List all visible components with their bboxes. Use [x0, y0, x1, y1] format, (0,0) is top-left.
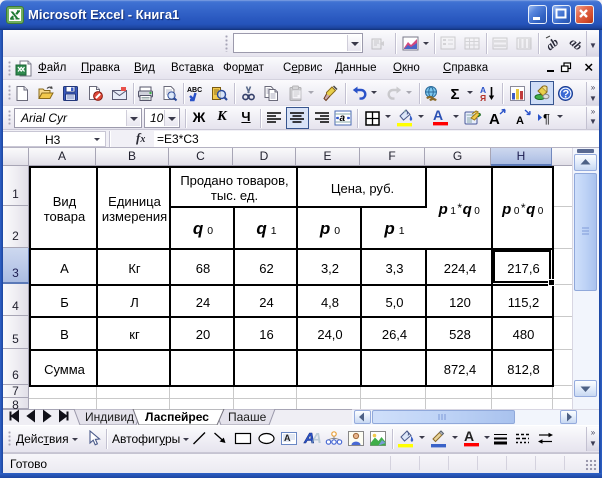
svg-text:ab: ab — [568, 35, 585, 52]
svg-text:A: A — [433, 107, 443, 123]
svg-text:Пааше: Пааше — [228, 410, 267, 424]
svg-text:Ласпейрес: Ласпейрес — [145, 410, 209, 424]
svg-text:A: A — [310, 430, 321, 447]
svg-text:Я: Я — [480, 93, 486, 102]
svg-text:A: A — [284, 433, 291, 443]
svg-text:?: ? — [563, 89, 570, 101]
svg-text:A: A — [464, 428, 474, 444]
svg-text:¶: ¶ — [543, 111, 550, 126]
svg-text:A: A — [516, 115, 524, 127]
svg-text:Индивид: Индивид — [85, 410, 134, 424]
svg-text:A: A — [489, 111, 500, 128]
svg-text:a: a — [340, 113, 346, 124]
svg-text:Σ: Σ — [451, 86, 460, 102]
